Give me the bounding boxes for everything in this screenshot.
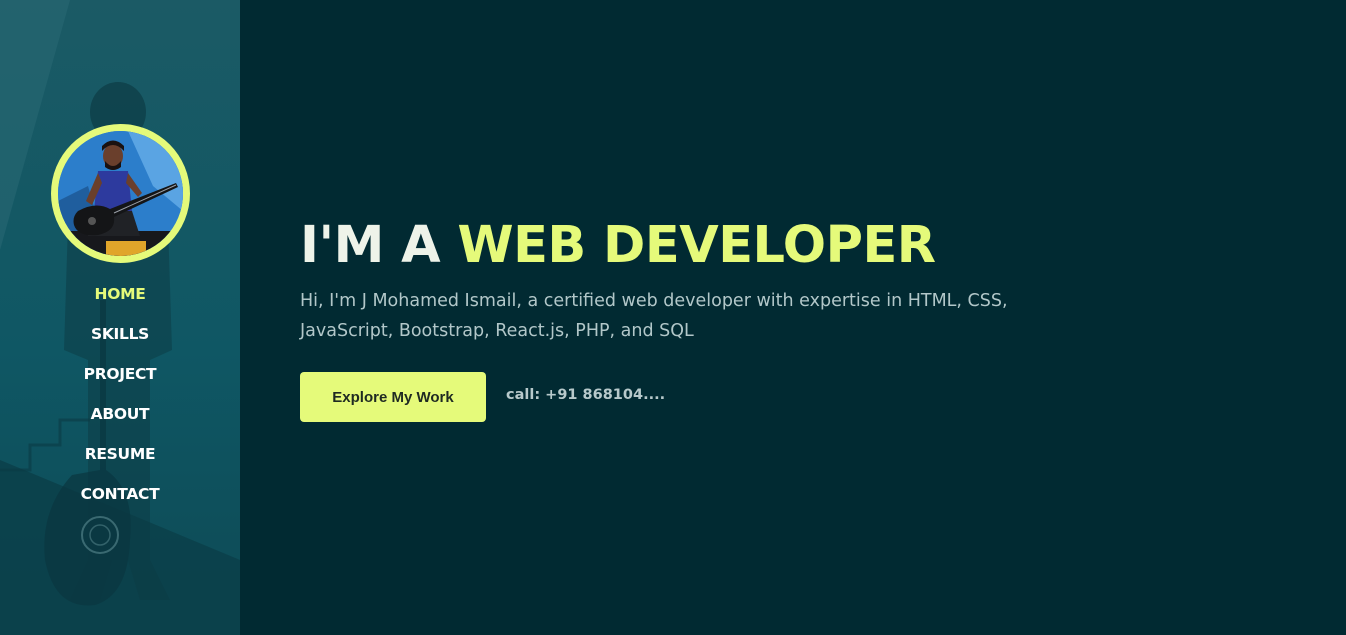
call-text: call: +91 868104....	[506, 387, 666, 403]
nav-item-skills[interactable]: SKILLS	[0, 320, 240, 360]
avatar-photo	[58, 131, 183, 256]
hero-section: I'M A WEB DEVELOPER Hi, I'm J Mohamed Is…	[300, 214, 1200, 422]
headline-accent: WEB DEVELOPER	[457, 216, 936, 275]
nav-item-contact[interactable]: CONTACT	[0, 480, 240, 520]
nav-item-home[interactable]: HOME	[0, 280, 240, 320]
nav-item-resume[interactable]: RESUME	[0, 440, 240, 480]
hero-headline: I'M A WEB DEVELOPER	[300, 214, 1200, 278]
cta-row: Explore My Work call: +91 868104....	[300, 372, 1200, 422]
sidebar: HOME SKILLS PROJECT ABOUT RESUME CONTACT	[0, 0, 240, 635]
explore-work-button[interactable]: Explore My Work	[300, 372, 486, 422]
profile-photo-icon	[58, 131, 183, 256]
headline-prefix: I'M A	[300, 216, 458, 275]
nav-item-project[interactable]: PROJECT	[0, 360, 240, 400]
nav-item-about[interactable]: ABOUT	[0, 400, 240, 440]
avatar	[51, 124, 190, 263]
main-nav: HOME SKILLS PROJECT ABOUT RESUME CONTACT	[0, 280, 240, 520]
hero-intro: Hi, I'm J Mohamed Ismail, a certified we…	[300, 291, 1008, 341]
